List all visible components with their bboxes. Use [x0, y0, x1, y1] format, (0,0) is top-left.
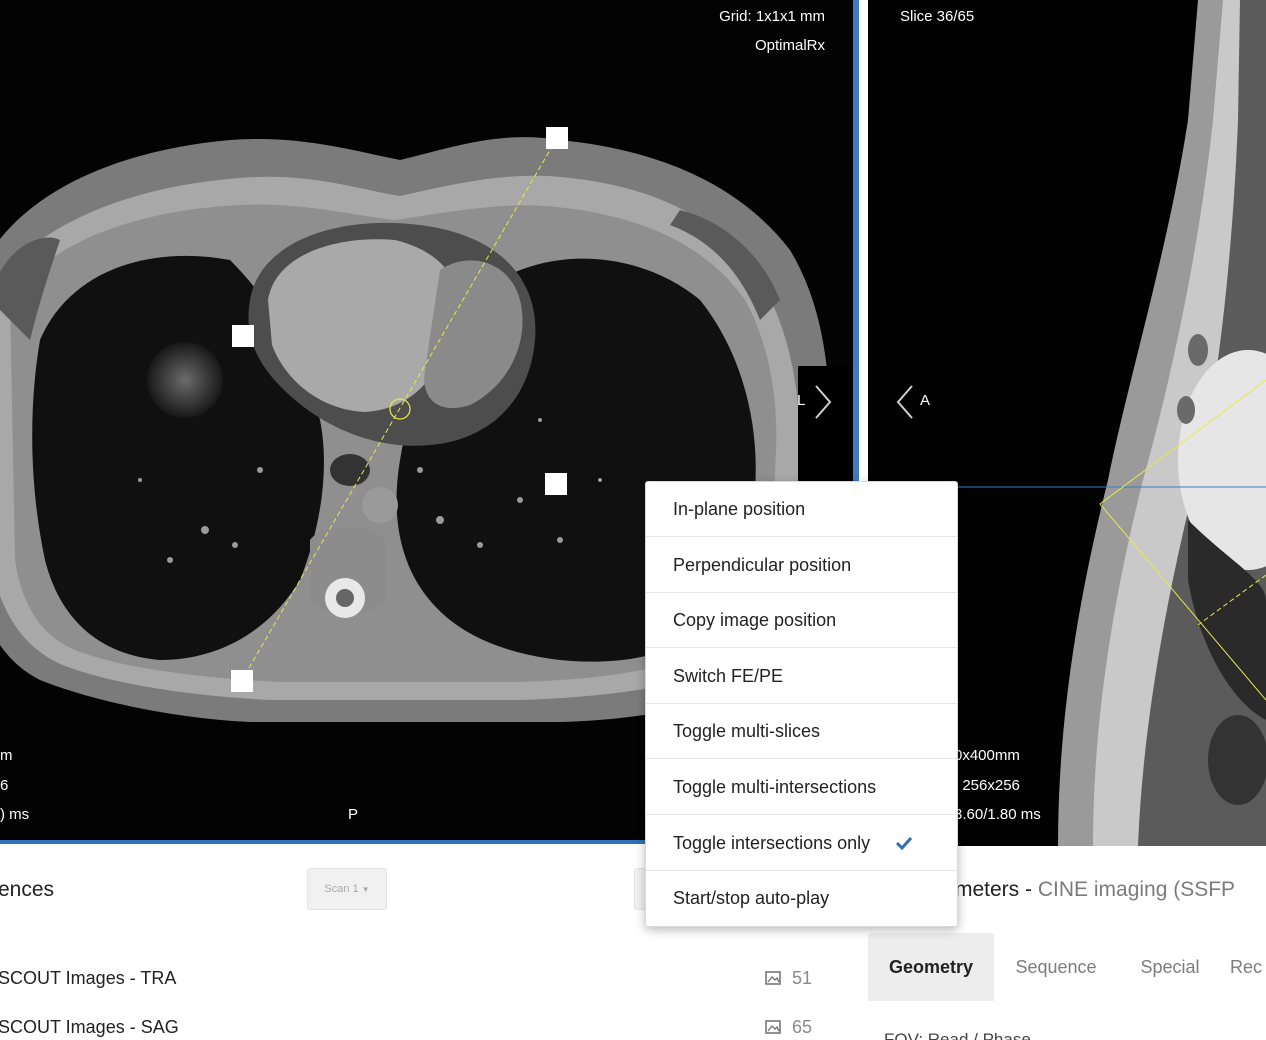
menu-item-label: Toggle multi-intersections: [673, 776, 877, 797]
slice-counter: Slice 36/65: [900, 8, 975, 25]
slice-handle-left[interactable]: [232, 325, 254, 347]
menu-item-label: Switch FE/PE: [673, 665, 784, 686]
slice-handle-top[interactable]: [546, 127, 568, 149]
scan-dropdown[interactable]: Scan 1 ▼: [307, 868, 387, 910]
parameters-title-prefix: meters -: [955, 878, 1038, 901]
orientation-label-left: A: [920, 392, 931, 409]
menu-item-start-stop-auto-play[interactable]: Start/stop auto-play: [646, 871, 957, 926]
scan-dropdown-label: Scan 1: [324, 883, 359, 895]
parameters-sequence-name: CINE imaging (SSFP: [1037, 878, 1236, 901]
sequence-image-count: 51: [792, 968, 813, 988]
sequence-name: SCOUT Images - TRA: [0, 968, 177, 988]
tab-special[interactable]: Special: [1122, 933, 1218, 1001]
sequence-row[interactable]: SCOUT Images - SAG 65: [0, 1017, 830, 1040]
image-info-line-1: 0x400mm: [954, 747, 1020, 764]
parameters-title: meters - CINE imaging (SSFP: [955, 878, 1235, 902]
tab-geometry[interactable]: Geometry: [868, 933, 994, 1001]
sequence-image-count: 65: [792, 1017, 813, 1037]
image-info-line-3: 3.60/1.80 ms: [954, 806, 1041, 823]
menu-item-perpendicular-position[interactable]: Perpendicular position: [646, 538, 957, 593]
menu-item-toggle-multi-intersections[interactable]: Toggle multi-intersections: [646, 760, 957, 815]
next-slice-chevron-icon[interactable]: [810, 382, 838, 422]
caret-down-icon: ▼: [361, 884, 370, 894]
menu-item-toggle-multi-slices[interactable]: Toggle multi-slices: [646, 704, 957, 759]
previous-slice-chevron-icon[interactable]: [890, 382, 918, 422]
menu-item-switch-fe-pe[interactable]: Switch FE/PE: [646, 649, 957, 704]
checkmark-icon: [895, 836, 913, 850]
orientation-label-right: L: [797, 392, 806, 409]
slice-handle-bottom[interactable]: [231, 670, 253, 692]
sequences-title: ences: [0, 878, 55, 901]
optimalrx-label: OptimalRx: [754, 37, 825, 54]
orientation-label-bottom: P: [348, 806, 359, 823]
tab-sequence[interactable]: Sequence: [998, 933, 1114, 1001]
tab-rec[interactable]: Rec: [1230, 933, 1266, 1001]
menu-item-label: Copy image position: [673, 609, 837, 630]
menu-item-copy-image-position[interactable]: Copy image position: [646, 593, 957, 648]
sequence-row[interactable]: SCOUT Images - TRA 51: [0, 968, 830, 1008]
slice-handle-right[interactable]: [545, 473, 567, 495]
sequence-name: SCOUT Images - SAG: [0, 1017, 179, 1037]
menu-item-label: Toggle multi-slices: [673, 720, 821, 741]
parameter-row-label: FOV: Read / Phase ...: [884, 1032, 1124, 1040]
parameter-row-cut: FOV: Read / Phase ...: [884, 1032, 1124, 1040]
menu-item-label: In-plane position: [673, 498, 806, 519]
menu-item-label: Toggle intersections only: [673, 832, 871, 853]
image-info-line-1: m: [0, 747, 13, 764]
image-icon: [765, 971, 781, 985]
menu-item-toggle-intersections-only[interactable]: Toggle intersections only: [646, 816, 957, 871]
menu-item-label: Start/stop auto-play: [673, 888, 830, 908]
menu-item-label: Perpendicular position: [673, 554, 852, 575]
viewport-context-menu: In-plane position Perpendicular position…: [645, 481, 958, 927]
parameter-tabs: Geometry Sequence Special Rec: [868, 933, 1266, 1001]
menu-item-in-plane-position[interactable]: In-plane position: [646, 482, 957, 537]
image-icon: [765, 1020, 781, 1034]
image-info-line-2: : 256x256: [954, 777, 1020, 794]
image-info-line-2: 6: [0, 777, 9, 794]
image-info-line-3: ) ms: [0, 806, 30, 823]
grid-label: Grid: 1x1x1 mm: [719, 8, 825, 25]
